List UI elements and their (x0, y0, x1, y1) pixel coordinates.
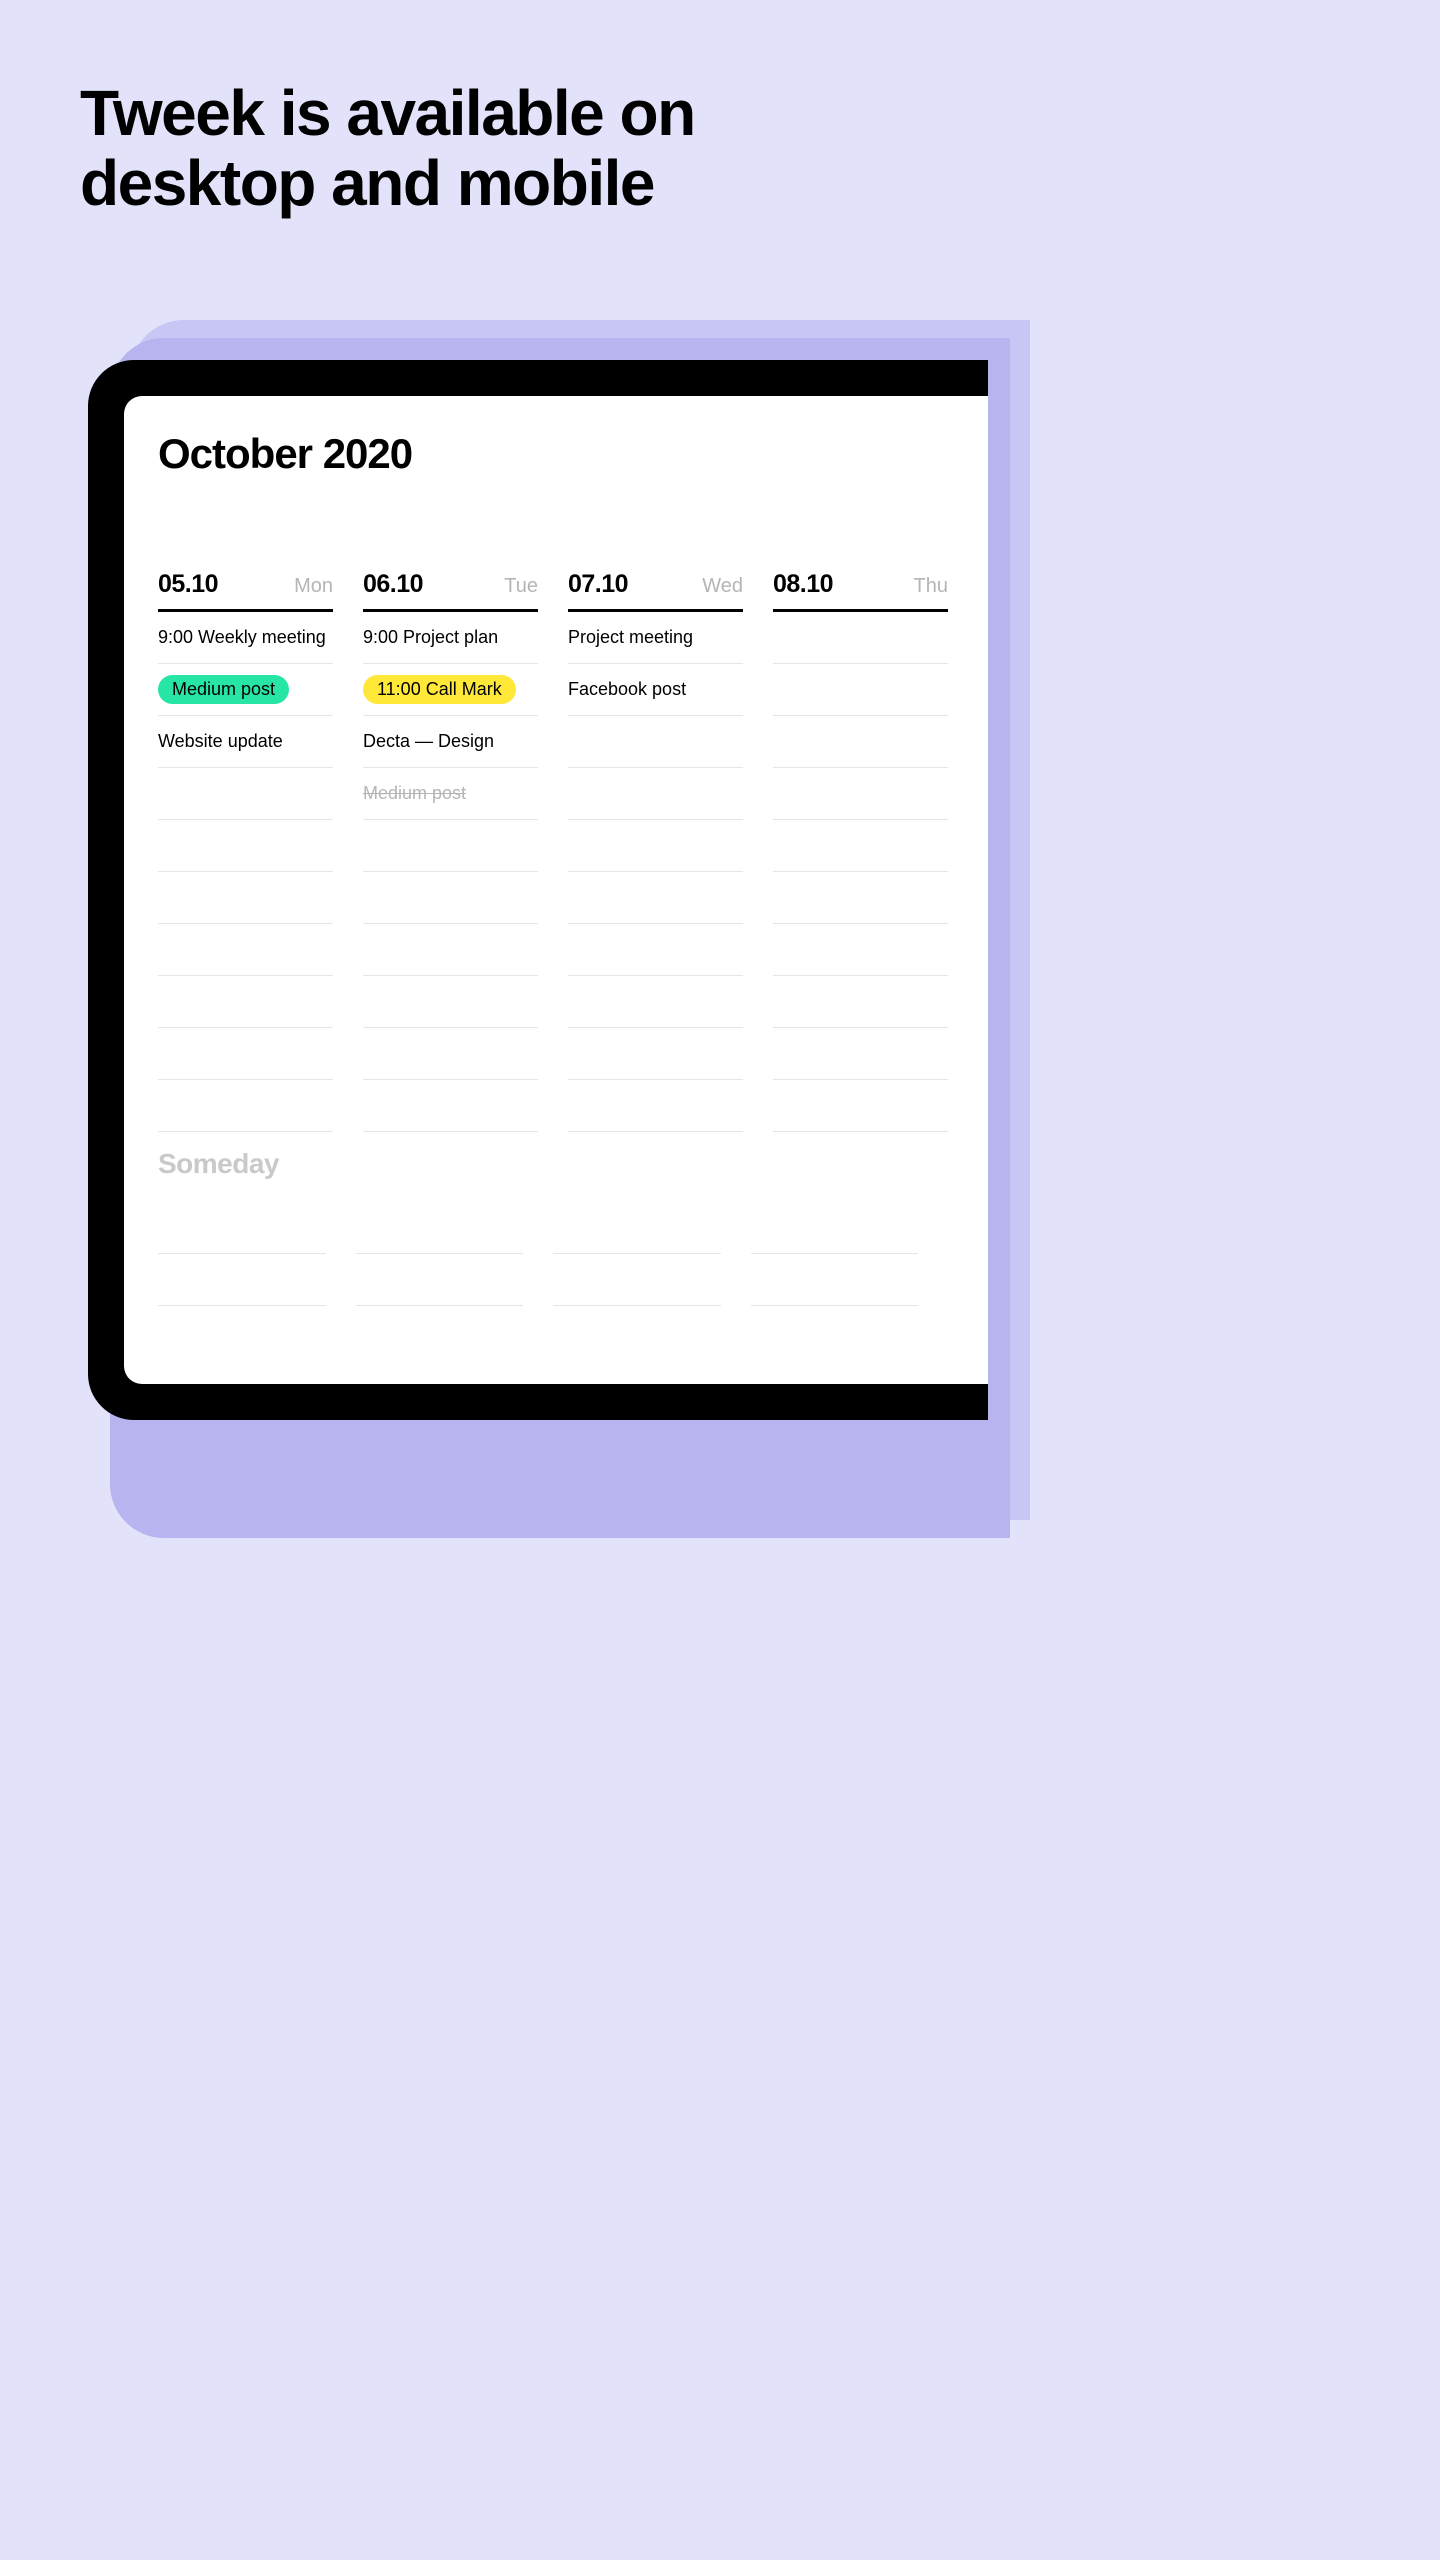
task-row[interactable] (363, 924, 538, 976)
task-row[interactable] (568, 872, 743, 924)
day-date: 08.10 (773, 570, 833, 599)
task-row[interactable] (773, 1028, 948, 1080)
task-row[interactable] (773, 612, 948, 664)
task-row[interactable] (568, 924, 743, 976)
task-row[interactable] (773, 976, 948, 1028)
day-column: 07.10 Wed Project meeting Facebook post (568, 570, 743, 1132)
someday-section: Someday (158, 1148, 918, 1306)
task-row[interactable]: 9:00 Project plan (363, 612, 538, 664)
week-columns: 05.10 Mon 9:00 Weekly meeting Medium post We… (158, 570, 988, 1132)
task-list (773, 612, 948, 1132)
task-row[interactable] (158, 768, 333, 820)
day-header[interactable]: 05.10 Mon (158, 570, 333, 612)
someday-cell[interactable] (751, 1202, 919, 1254)
day-weekday: Thu (914, 575, 948, 598)
someday-cell[interactable] (751, 1254, 919, 1306)
task-row[interactable] (568, 1080, 743, 1132)
task-text-done: Medium post (363, 783, 466, 805)
promo-headline: Tweek is available on desktop and mobile (80, 78, 760, 219)
someday-cell[interactable] (356, 1202, 524, 1254)
task-list: 9:00 Weekly meeting Medium post Website up… (158, 612, 333, 1132)
task-row[interactable] (363, 1028, 538, 1080)
task-row[interactable]: 11:00 Call Mark (363, 664, 538, 716)
task-row[interactable] (568, 820, 743, 872)
task-row[interactable] (158, 1080, 333, 1132)
task-pill: 11:00 Call Mark (363, 675, 516, 705)
task-row[interactable]: Medium post (363, 768, 538, 820)
task-row[interactable]: Website update (158, 716, 333, 768)
task-row[interactable] (568, 976, 743, 1028)
task-row[interactable] (568, 768, 743, 820)
day-header[interactable]: 08.10 Thu (773, 570, 948, 612)
task-row[interactable]: 9:00 Weekly meeting (158, 612, 333, 664)
task-row[interactable] (773, 872, 948, 924)
task-row[interactable]: Project meeting (568, 612, 743, 664)
someday-row (158, 1202, 918, 1254)
day-weekday: Mon (294, 575, 333, 598)
someday-cell[interactable] (356, 1254, 524, 1306)
day-column: 08.10 Thu (773, 570, 948, 1132)
task-pill: Medium post (158, 675, 289, 705)
task-row[interactable] (158, 820, 333, 872)
task-row[interactable] (158, 924, 333, 976)
task-row[interactable] (773, 768, 948, 820)
task-text: Website update (158, 731, 283, 753)
task-row[interactable] (363, 820, 538, 872)
task-row[interactable] (363, 1080, 538, 1132)
day-column: 05.10 Mon 9:00 Weekly meeting Medium post We… (158, 570, 333, 1132)
task-row[interactable] (158, 1028, 333, 1080)
task-row[interactable] (773, 820, 948, 872)
task-row[interactable] (773, 1080, 948, 1132)
task-list: Project meeting Facebook post (568, 612, 743, 1132)
someday-cell[interactable] (158, 1202, 326, 1254)
task-list: 9:00 Project plan 11:00 Call Mark Decta — … (363, 612, 538, 1132)
someday-cell[interactable] (553, 1202, 721, 1254)
task-text: 9:00 Project plan (363, 627, 498, 649)
task-row[interactable]: Facebook post (568, 664, 743, 716)
someday-row (158, 1254, 918, 1306)
day-header[interactable]: 07.10 Wed (568, 570, 743, 612)
tablet-device-frame: October 2020 05.10 Mon 9:00 Weekly meeting… (88, 360, 988, 1420)
task-row[interactable] (773, 664, 948, 716)
day-date: 07.10 (568, 570, 628, 599)
task-row[interactable] (363, 976, 538, 1028)
task-text: Project meeting (568, 627, 693, 649)
month-title: October 2020 (158, 430, 988, 478)
app-screen: October 2020 05.10 Mon 9:00 Weekly meeting… (124, 396, 988, 1384)
task-row[interactable]: Decta — Design (363, 716, 538, 768)
task-text: 9:00 Weekly meeting (158, 627, 326, 649)
task-text: Facebook post (568, 679, 686, 701)
task-row[interactable] (158, 976, 333, 1028)
task-row[interactable] (773, 924, 948, 976)
day-column: 06.10 Tue 9:00 Project plan 11:00 Call Mark… (363, 570, 538, 1132)
day-weekday: Wed (702, 575, 743, 598)
task-row[interactable] (363, 872, 538, 924)
task-row[interactable] (568, 1028, 743, 1080)
someday-cell[interactable] (158, 1254, 326, 1306)
someday-grid (158, 1202, 918, 1306)
day-date: 05.10 (158, 570, 218, 599)
task-row[interactable] (568, 716, 743, 768)
task-text: Decta — Design (363, 731, 494, 753)
day-header[interactable]: 06.10 Tue (363, 570, 538, 612)
task-row[interactable] (773, 716, 948, 768)
someday-cell[interactable] (553, 1254, 721, 1306)
day-weekday: Tue (504, 575, 538, 598)
task-row[interactable]: Medium post (158, 664, 333, 716)
task-row[interactable] (158, 872, 333, 924)
day-date: 06.10 (363, 570, 423, 599)
someday-title: Someday (158, 1148, 918, 1180)
